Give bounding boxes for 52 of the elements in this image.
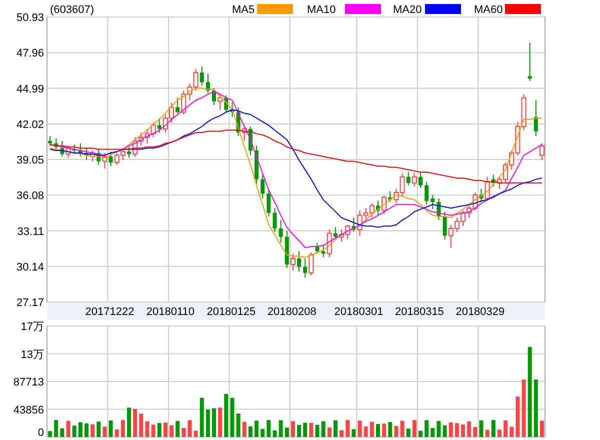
- candlestick: [176, 97, 180, 114]
- candlestick: [528, 42, 532, 82]
- candlestick: [278, 220, 283, 244]
- volume-tick: 43856: [13, 404, 44, 416]
- date-label: 20180329: [456, 306, 505, 318]
- candlestick: [303, 258, 308, 278]
- candlestick: [108, 151, 113, 167]
- date-label: 20180110: [146, 306, 195, 318]
- legend-label: MA10: [307, 4, 336, 16]
- volume-tick: 87713: [13, 376, 44, 388]
- candlestick: [442, 211, 447, 240]
- candlestick: [412, 172, 417, 187]
- candlestick: [157, 118, 162, 134]
- candlestick: [539, 142, 544, 161]
- price-tick: 33.11: [17, 226, 44, 238]
- candlestick: [206, 73, 210, 94]
- candlestick: [315, 242, 320, 254]
- price-tick: 50.93: [16, 12, 44, 24]
- legend-label: MA5: [232, 4, 255, 16]
- candlestick: [308, 252, 314, 276]
- price-tick: 27.17: [16, 297, 44, 309]
- candlestick: [260, 174, 265, 199]
- candlestick: [534, 100, 538, 137]
- price-tick: 36.08: [16, 190, 44, 202]
- candlestick: [424, 181, 429, 205]
- price-tick: 39.05: [16, 154, 44, 166]
- candlestick: [126, 146, 131, 158]
- price-tick: 30.14: [16, 261, 44, 274]
- volume-tick: 13万: [20, 348, 44, 361]
- candlestick: [406, 172, 410, 186]
- candlestick: [48, 136, 52, 146]
- date-label: 20180301: [334, 306, 384, 318]
- candlestick: [418, 172, 422, 188]
- legend-label: MA20: [393, 4, 422, 16]
- candlestick: [200, 66, 204, 86]
- date-label: 20171222: [85, 306, 134, 318]
- stock-code: (603607): [50, 4, 94, 16]
- date-label: 20180208: [267, 306, 316, 318]
- price-tick: 47.96: [16, 48, 44, 60]
- legend-label: MA60: [474, 4, 503, 16]
- candlestick: [272, 208, 277, 233]
- candlestick: [297, 250, 302, 272]
- price-tick: 42.02: [16, 118, 44, 131]
- candlestick: [266, 188, 271, 217]
- date-label: 20180125: [206, 306, 256, 318]
- price-tick: 44.99: [16, 83, 44, 96]
- candlestick: [290, 253, 296, 271]
- volume-tick: 0: [38, 427, 44, 439]
- volume-tick: 17万: [20, 321, 44, 333]
- candlestick: [430, 194, 435, 210]
- candlestick: [218, 94, 223, 110]
- date-label: 20180315: [394, 306, 444, 318]
